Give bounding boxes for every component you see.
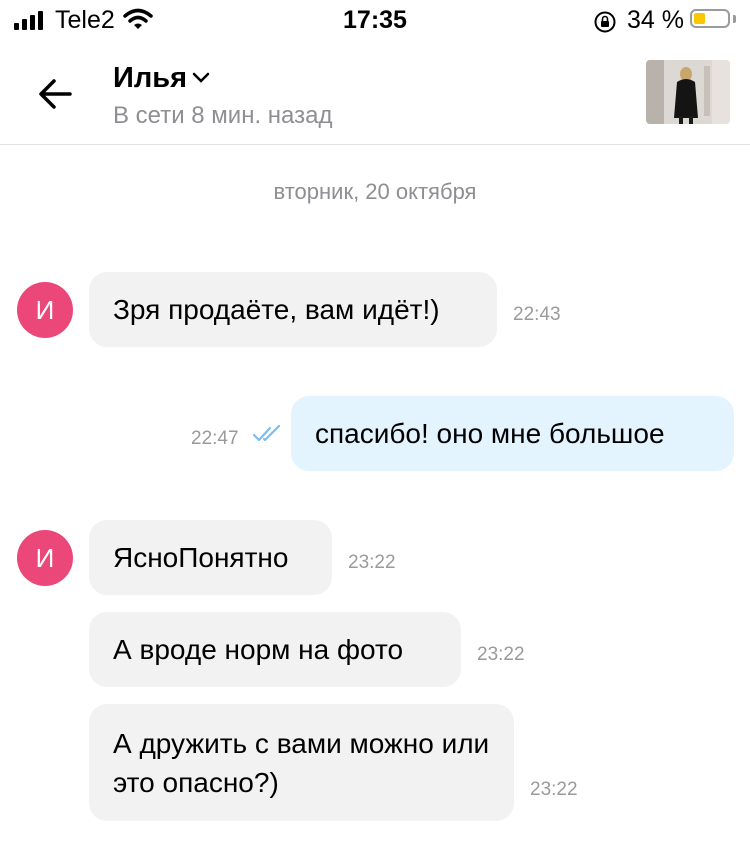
message-time: 22:47	[191, 428, 239, 449]
message-time: 22:43	[513, 304, 561, 325]
message-bubble[interactable]: А дружить с вами можно или это опасно?)	[89, 704, 514, 821]
message-text: спасибо! оно мне большое	[315, 418, 665, 449]
read-checkmarks-icon	[252, 424, 281, 442]
message-time: 23:22	[477, 644, 525, 665]
rotation-lock-icon	[594, 11, 616, 33]
message-text: А вроде норм на фото	[113, 634, 404, 665]
date-separator: вторник, 20 октября	[273, 179, 477, 204]
message-time: 23:22	[348, 552, 396, 573]
message-bubble[interactable]: ЯсноПонятно	[89, 520, 332, 595]
back-arrow-icon[interactable]	[36, 74, 76, 114]
avatar[interactable]: И	[17, 282, 73, 338]
battery-percent: 34 %	[627, 6, 684, 34]
message-text: ЯсноПонятно	[113, 542, 289, 573]
chevron-down-icon[interactable]	[192, 72, 210, 84]
message-time: 23:22	[530, 779, 578, 800]
presence-status: В сети 8 мин. назад	[113, 102, 333, 129]
message-text: А дружить с вами можно или это опасно?)	[113, 728, 490, 798]
status-bar: Tele2 17:35 34 %	[0, 0, 750, 44]
chat-header: Илья В сети 8 мин. назад	[0, 44, 750, 145]
battery-tip	[733, 15, 736, 23]
message-bubble[interactable]: Зря продаёте, вам идёт!)	[89, 272, 497, 347]
message-bubble[interactable]: спасибо! оно мне большое	[291, 396, 734, 471]
avatar[interactable]: И	[17, 530, 73, 586]
message-bubble[interactable]: А вроде норм на фото	[89, 612, 461, 687]
contact-name[interactable]: Илья	[113, 62, 187, 95]
listing-thumbnail[interactable]	[646, 60, 730, 124]
message-text: Зря продаёте, вам идёт!)	[113, 294, 440, 325]
battery-icon	[690, 9, 730, 28]
